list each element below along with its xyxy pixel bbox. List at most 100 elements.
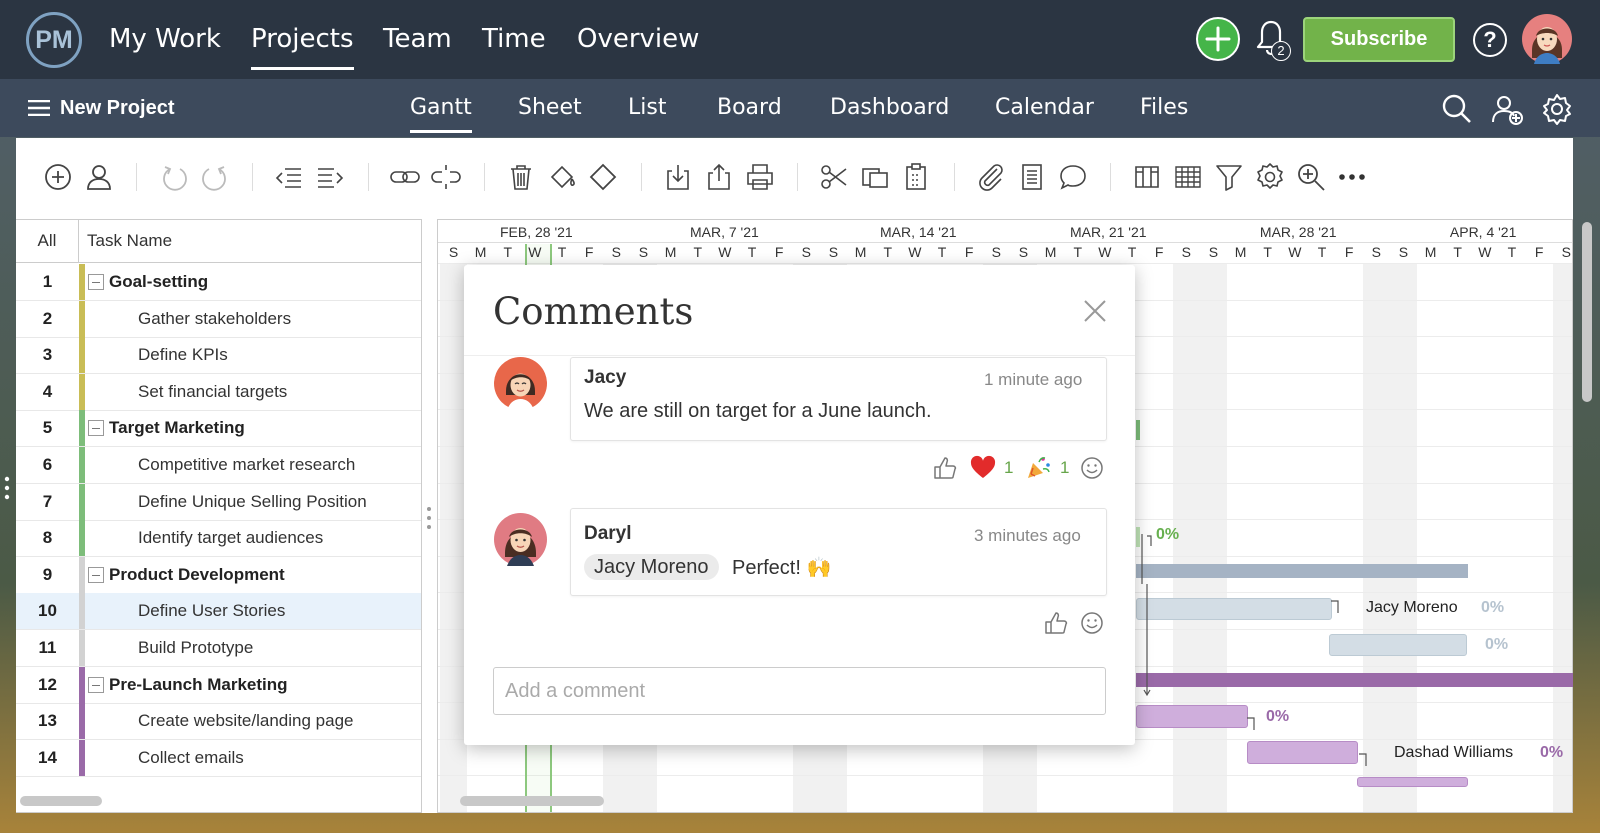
task-group-name[interactable]: Product Development xyxy=(109,565,285,585)
table-row[interactable]: 11 Build Prototype xyxy=(16,630,421,667)
paint-bucket-icon[interactable] xyxy=(546,161,578,193)
table-row[interactable]: 12 Pre-Launch Marketing xyxy=(16,666,421,704)
copy-icon[interactable] xyxy=(859,161,891,193)
tab-files[interactable]: Files xyxy=(1140,95,1188,120)
cut-scissors-icon[interactable] xyxy=(818,161,850,193)
settings-gear-icon[interactable] xyxy=(1540,92,1574,126)
search-icon[interactable] xyxy=(1440,92,1474,126)
tab-board[interactable]: Board xyxy=(717,95,782,120)
tab-list[interactable]: List xyxy=(628,95,666,120)
pane-splitter[interactable] xyxy=(422,219,437,813)
gantt-horizontal-scrollbar[interactable] xyxy=(460,796,604,806)
party-popper-icon[interactable] xyxy=(1026,454,1052,480)
tab-sheet[interactable]: Sheet xyxy=(518,95,582,120)
left-panel-drag-handle-icon[interactable] xyxy=(4,476,10,500)
table-row[interactable]: 3 Define KPIs xyxy=(16,337,421,375)
redo-icon[interactable] xyxy=(199,161,231,193)
task-name[interactable]: Create website/landing page xyxy=(138,711,353,731)
tab-calendar[interactable]: Calendar xyxy=(995,95,1094,120)
collapse-group-icon[interactable] xyxy=(88,676,104,693)
add-new-button[interactable] xyxy=(1196,17,1240,61)
filter-funnel-icon[interactable] xyxy=(1213,161,1245,193)
user-mention-tag[interactable]: Jacy Moreno xyxy=(584,554,719,580)
indent-icon[interactable] xyxy=(314,161,346,193)
more-options-icon[interactable] xyxy=(1336,161,1368,193)
undo-icon[interactable] xyxy=(158,161,190,193)
comment-bubble-icon[interactable] xyxy=(1057,161,1089,193)
select-all-header[interactable]: All xyxy=(16,220,79,263)
milestone-diamond-icon[interactable] xyxy=(587,161,619,193)
table-row[interactable]: 10 Define User Stories xyxy=(16,593,421,631)
collapse-group-icon[interactable] xyxy=(88,420,104,437)
table-row[interactable]: 4 Set financial targets xyxy=(16,373,421,411)
task-name[interactable]: Define User Stories xyxy=(138,601,285,621)
task-group-name[interactable]: Target Marketing xyxy=(109,418,245,438)
task-name-column-header[interactable]: Task Name xyxy=(87,231,172,251)
task-grid-horizontal-scrollbar[interactable] xyxy=(20,796,102,806)
vertical-scrollbar[interactable] xyxy=(1582,222,1592,402)
nav-projects[interactable]: Projects xyxy=(251,24,354,70)
nav-my-work[interactable]: My Work xyxy=(109,24,221,54)
link-tasks-icon[interactable] xyxy=(389,161,421,193)
thumbs-up-icon[interactable] xyxy=(932,455,958,481)
subscribe-button[interactable]: Subscribe xyxy=(1303,17,1455,62)
project-title[interactable]: New Project xyxy=(60,97,174,120)
task-name[interactable]: Gather stakeholders xyxy=(138,309,291,329)
table-row[interactable]: 7 Define Unique Selling Position xyxy=(16,483,421,521)
thumbs-up-icon[interactable] xyxy=(1043,610,1069,636)
collapse-group-icon[interactable] xyxy=(88,274,104,290)
hamburger-menu-icon[interactable] xyxy=(28,100,50,116)
export-icon[interactable] xyxy=(703,161,735,193)
table-row[interactable]: 1 Goal-setting xyxy=(16,264,421,301)
task-name[interactable]: Set financial targets xyxy=(138,382,287,402)
task-name[interactable]: Competitive market research xyxy=(138,455,355,475)
nav-team[interactable]: Team xyxy=(383,24,452,54)
row-number: 5 xyxy=(42,418,53,438)
assign-user-icon[interactable] xyxy=(83,161,115,193)
table-row[interactable]: 9 Product Development xyxy=(16,556,421,594)
add-emoji-reaction-icon[interactable] xyxy=(1079,610,1105,636)
task-name[interactable]: Collect emails xyxy=(138,748,244,768)
add-emoji-reaction-icon[interactable] xyxy=(1079,455,1105,481)
nav-time[interactable]: Time xyxy=(482,24,546,54)
help-button[interactable]: ? xyxy=(1473,23,1507,57)
outdent-icon[interactable] xyxy=(273,161,305,193)
import-icon[interactable] xyxy=(662,161,694,193)
task-group-name[interactable]: Pre-Launch Marketing xyxy=(109,675,288,695)
task-group-name[interactable]: Goal-setting xyxy=(109,272,208,292)
nav-overview[interactable]: Overview xyxy=(577,24,699,54)
week-label: MAR, 28 '21 xyxy=(1259,224,1337,240)
tab-gantt[interactable]: Gantt xyxy=(410,95,472,133)
invite-user-icon[interactable] xyxy=(1490,92,1524,126)
delete-trash-icon[interactable] xyxy=(505,161,537,193)
zoom-in-icon[interactable] xyxy=(1295,161,1327,193)
add-task-icon[interactable] xyxy=(42,161,74,193)
print-icon[interactable] xyxy=(744,161,776,193)
add-comment-input[interactable] xyxy=(493,667,1106,715)
projectmanager-logo[interactable]: PM xyxy=(26,12,82,68)
task-name[interactable]: Define KPIs xyxy=(138,345,228,365)
unlink-tasks-icon[interactable] xyxy=(430,161,462,193)
gantt-bar-target-marketing[interactable] xyxy=(1136,420,1140,440)
table-row[interactable]: 13 Create website/landing page xyxy=(16,703,421,741)
table-row[interactable]: 14 Collect emails xyxy=(16,739,421,777)
collapse-group-icon[interactable] xyxy=(88,566,104,583)
paste-clipboard-icon[interactable] xyxy=(900,161,932,193)
task-name[interactable]: Identify target audiences xyxy=(138,528,323,548)
attachment-paperclip-icon[interactable] xyxy=(975,161,1007,193)
task-name[interactable]: Build Prototype xyxy=(138,638,253,658)
heart-icon[interactable] xyxy=(970,455,996,481)
close-icon[interactable] xyxy=(1081,297,1109,325)
notes-icon[interactable] xyxy=(1016,161,1048,193)
table-row[interactable]: 5 Target Marketing xyxy=(16,410,421,448)
day-label: M xyxy=(854,244,867,260)
table-row[interactable]: 2 Gather stakeholders xyxy=(16,300,421,338)
gantt-settings-gear-icon[interactable] xyxy=(1254,161,1286,193)
table-row[interactable]: 6 Competitive market research xyxy=(16,447,421,484)
table-grid-icon[interactable] xyxy=(1172,161,1204,193)
task-name[interactable]: Define Unique Selling Position xyxy=(138,492,367,512)
tab-dashboard[interactable]: Dashboard xyxy=(830,95,949,120)
user-avatar[interactable] xyxy=(1522,14,1572,64)
columns-icon[interactable] xyxy=(1131,161,1163,193)
table-row[interactable]: 8 Identify target audiences xyxy=(16,520,421,558)
